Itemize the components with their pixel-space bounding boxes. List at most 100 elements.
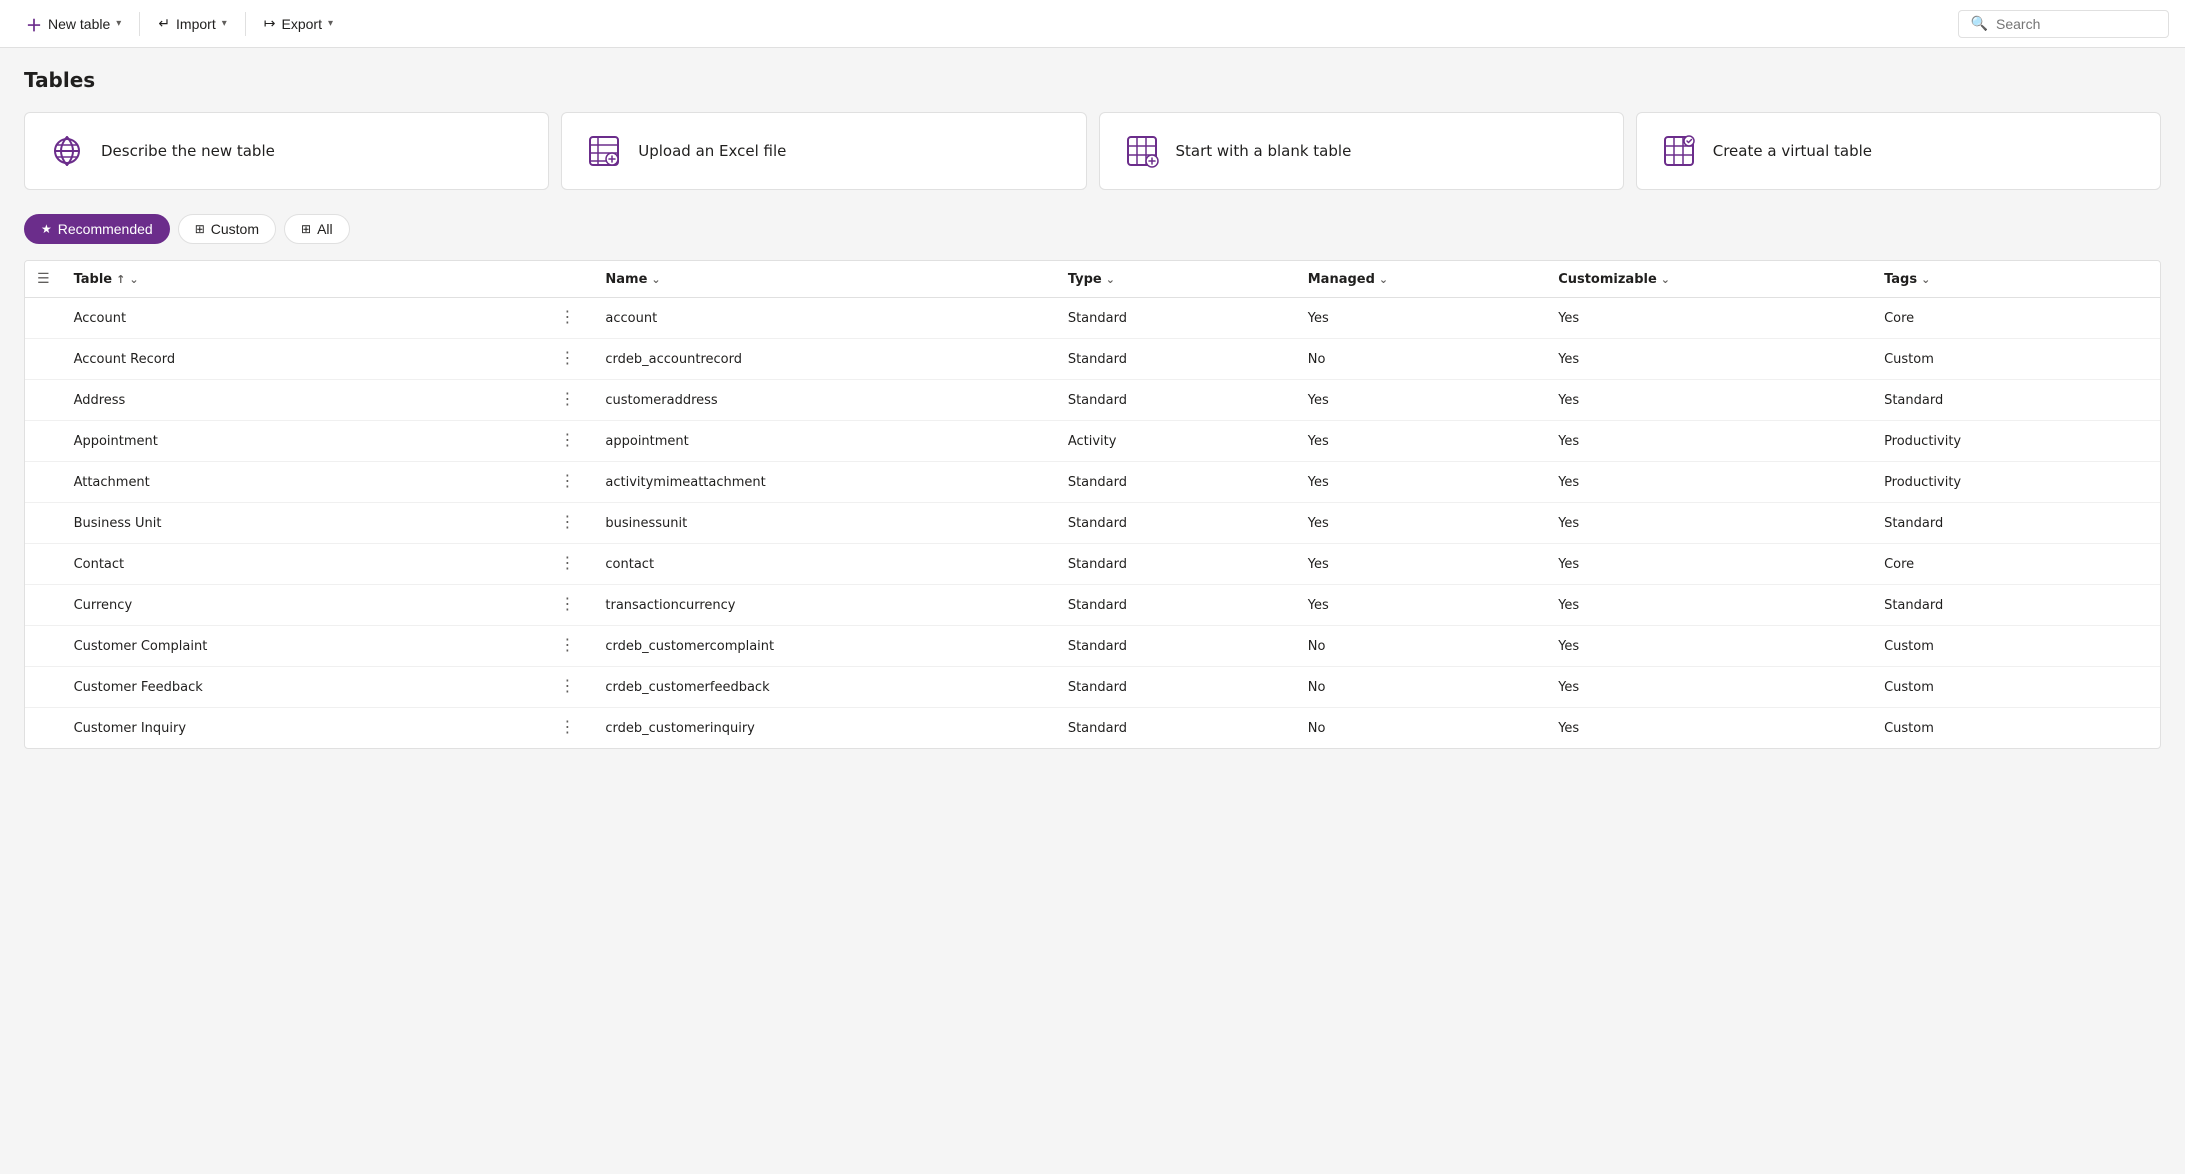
virtual-table-icon [1661,133,1697,169]
page-content: Tables Describe the new table [0,48,2185,769]
table-row[interactable]: Attachment ⋮ activitymimeattachment Stan… [25,462,2160,503]
import-button[interactable]: ↵ Import ▾ [148,9,236,38]
toolbar-divider-1 [139,12,140,36]
filter-custom[interactable]: ⊞ Custom [178,214,276,244]
cell-dots[interactable]: ⋮ [541,339,593,380]
cell-dots[interactable]: ⋮ [541,298,593,339]
th-managed[interactable]: Managed ⌄ [1296,261,1546,298]
excel-icon [586,133,622,169]
describe-card-label: Describe the new table [101,142,275,160]
cell-type: Standard [1056,380,1296,421]
row-context-menu-button[interactable]: ⋮ [553,554,581,574]
row-icon-cell [25,544,62,585]
virtual-card-label: Create a virtual table [1713,142,1872,160]
cell-managed: Yes [1296,298,1546,339]
cell-dots[interactable]: ⋮ [541,626,593,667]
cell-type: Standard [1056,544,1296,585]
cell-name: contact [593,544,1055,585]
table-row[interactable]: Account ⋮ account Standard Yes Yes Core [25,298,2160,339]
row-context-menu-button[interactable]: ⋮ [553,513,581,533]
row-icon-cell [25,380,62,421]
virtual-table-card[interactable]: Create a virtual table [1636,112,2161,190]
table-row[interactable]: Contact ⋮ contact Standard Yes Yes Core [25,544,2160,585]
cell-table: Business Unit [62,503,542,544]
th-table[interactable]: Table ↑ ⌄ [62,261,542,298]
cell-type: Standard [1056,503,1296,544]
chevron-down-icon-3: ▾ [328,18,333,29]
tags-sort-icon: ⌄ [1921,273,1930,286]
row-context-menu-button[interactable]: ⋮ [553,677,581,697]
cell-name: businessunit [593,503,1055,544]
row-context-menu-button[interactable]: ⋮ [553,472,581,492]
cell-managed: Yes [1296,462,1546,503]
table-row[interactable]: Currency ⋮ transactioncurrency Standard … [25,585,2160,626]
table-row[interactable]: Account Record ⋮ crdeb_accountrecord Sta… [25,339,2160,380]
cell-dots[interactable]: ⋮ [541,544,593,585]
cell-name: customeraddress [593,380,1055,421]
row-context-menu-button[interactable]: ⋮ [553,718,581,738]
th-type[interactable]: Type ⌄ [1056,261,1296,298]
table-row[interactable]: Customer Feedback ⋮ crdeb_customerfeedba… [25,667,2160,708]
table-row[interactable]: Customer Inquiry ⋮ crdeb_customerinquiry… [25,708,2160,749]
row-context-menu-button[interactable]: ⋮ [553,349,581,369]
cell-name: account [593,298,1055,339]
cell-table: Account [62,298,542,339]
search-input[interactable] [1996,16,2156,32]
row-icon-cell [25,503,62,544]
cell-dots[interactable]: ⋮ [541,667,593,708]
row-context-menu-button[interactable]: ⋮ [553,636,581,656]
upload-card[interactable]: Upload an Excel file [561,112,1086,190]
cell-type: Standard [1056,462,1296,503]
filter-all[interactable]: ⊞ All [284,214,350,244]
export-button[interactable]: ↦ Export ▾ [254,9,343,38]
th-name-label: Name [605,272,647,287]
import-icon: ↵ [158,15,170,32]
cell-table: Account Record [62,339,542,380]
export-label: Export [282,16,322,32]
cell-tags: Standard [1872,503,2160,544]
cell-dots[interactable]: ⋮ [541,503,593,544]
row-icon-cell [25,708,62,749]
new-table-button[interactable]: ＋ New table ▾ [16,6,131,42]
blank-table-card[interactable]: Start with a blank table [1099,112,1624,190]
cell-table: Customer Inquiry [62,708,542,749]
cell-managed: No [1296,626,1546,667]
cell-tags: Core [1872,298,2160,339]
th-name[interactable]: Name ⌄ [593,261,1055,298]
export-icon: ↦ [264,15,276,32]
cell-dots[interactable]: ⋮ [541,380,593,421]
search-box[interactable]: 🔍 [1958,10,2169,38]
cell-tags: Core [1872,544,2160,585]
cell-dots[interactable]: ⋮ [541,585,593,626]
describe-card[interactable]: Describe the new table [24,112,549,190]
cell-type: Standard [1056,339,1296,380]
row-context-menu-button[interactable]: ⋮ [553,431,581,451]
th-customizable-label: Customizable [1558,272,1657,287]
cell-tags: Custom [1872,339,2160,380]
cell-managed: No [1296,667,1546,708]
row-context-menu-button[interactable]: ⋮ [553,308,581,328]
filter-recommended[interactable]: ★ Recommended [24,214,170,244]
table-row[interactable]: Customer Complaint ⋮ crdeb_customercompl… [25,626,2160,667]
row-icon-cell [25,585,62,626]
row-context-menu-button[interactable]: ⋮ [553,595,581,615]
table-row[interactable]: Address ⋮ customeraddress Standard Yes Y… [25,380,2160,421]
name-sort-icon: ⌄ [651,273,660,286]
cell-tags: Productivity [1872,462,2160,503]
cell-dots[interactable]: ⋮ [541,421,593,462]
table-row[interactable]: Appointment ⋮ appointment Activity Yes Y… [25,421,2160,462]
cell-tags: Productivity [1872,421,2160,462]
star-icon: ★ [41,222,52,236]
cell-customizable: Yes [1546,626,1872,667]
cell-dots[interactable]: ⋮ [541,462,593,503]
sort-asc-icon: ↑ [116,273,125,286]
filter-row: ★ Recommended ⊞ Custom ⊞ All [24,214,2161,244]
th-tags[interactable]: Tags ⌄ [1872,261,2160,298]
cell-dots[interactable]: ⋮ [541,708,593,749]
row-context-menu-button[interactable]: ⋮ [553,390,581,410]
cell-type: Standard [1056,585,1296,626]
th-dots [541,261,593,298]
th-customizable[interactable]: Customizable ⌄ [1546,261,1872,298]
data-table-container: ☰ Table ↑ ⌄ Name ⌄ [24,260,2161,749]
table-row[interactable]: Business Unit ⋮ businessunit Standard Ye… [25,503,2160,544]
